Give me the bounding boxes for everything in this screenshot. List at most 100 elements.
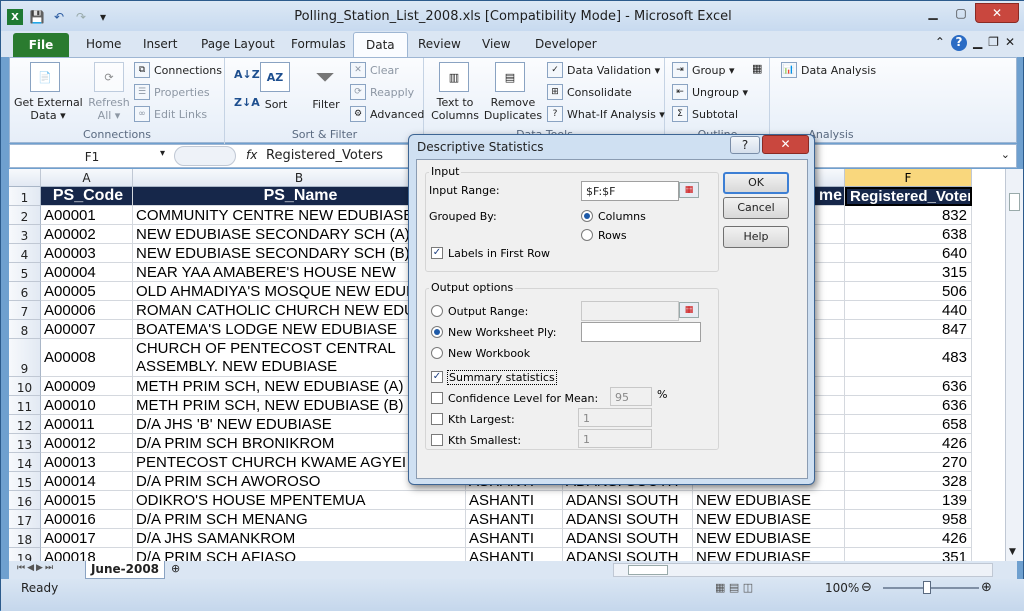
- row-header[interactable]: 12: [9, 415, 41, 434]
- cell-a10[interactable]: A00009: [41, 377, 133, 396]
- kth-smallest-checkbox[interactable]: [431, 434, 443, 446]
- row-header[interactable]: 16: [9, 491, 41, 510]
- confidence-level-checkbox[interactable]: [431, 392, 443, 404]
- cell-f4[interactable]: 640: [845, 244, 972, 263]
- output-range-collapse-icon[interactable]: ▦: [679, 302, 699, 318]
- output-range-radio[interactable]: [431, 305, 443, 317]
- zoom-out-icon[interactable]: ⊖: [861, 580, 872, 595]
- labels-first-row-checkbox[interactable]: ✓: [431, 247, 443, 259]
- insert-function-icon[interactable]: fx: [246, 148, 257, 162]
- scroll-down-icon[interactable]: ▼: [1009, 547, 1016, 557]
- filter-icon[interactable]: ⏷: [310, 62, 340, 92]
- row-header[interactable]: 13: [9, 434, 41, 453]
- new-workbook-radio[interactable]: [431, 347, 443, 359]
- tab-developer[interactable]: Developer: [535, 37, 597, 51]
- cell-a5[interactable]: A00004: [41, 263, 133, 282]
- summary-statistics-checkbox[interactable]: ✓: [431, 371, 443, 383]
- workbook-close-icon[interactable]: ✕: [1005, 35, 1015, 51]
- close-icon[interactable]: ✕: [975, 3, 1019, 23]
- cell-a4[interactable]: A00003: [41, 244, 133, 263]
- text-to-columns-icon[interactable]: ▥: [439, 62, 469, 92]
- cell-a17[interactable]: A00016: [41, 510, 133, 529]
- cell-a11[interactable]: A00010: [41, 396, 133, 415]
- row-header[interactable]: 11: [9, 396, 41, 415]
- cell-d18[interactable]: ADANSI SOUTH: [563, 529, 693, 548]
- cell-f5[interactable]: 315: [845, 263, 972, 282]
- view-buttons-icon[interactable]: ▦ ▤ ◫: [715, 581, 753, 594]
- cell-a15[interactable]: A00014: [41, 472, 133, 491]
- what-if-analysis-button[interactable]: ? What-If Analysis ▾: [547, 106, 665, 122]
- consolidate-button[interactable]: ⊞ Consolidate: [547, 84, 632, 100]
- input-range-field[interactable]: $F:$F: [581, 181, 679, 201]
- expand-formula-bar-icon[interactable]: ⌄: [1001, 148, 1010, 161]
- new-worksheet-label[interactable]: New Worksheet Ply:: [448, 326, 557, 339]
- row-header[interactable]: 18: [9, 529, 41, 548]
- name-box[interactable]: F1: [14, 148, 170, 166]
- tab-file[interactable]: File: [13, 33, 69, 57]
- cell-a18[interactable]: A00017: [41, 529, 133, 548]
- cell-e19[interactable]: NEW EDUBIASE: [693, 548, 845, 561]
- cell-f8[interactable]: 847: [845, 320, 972, 339]
- input-range-collapse-icon[interactable]: ▦: [679, 182, 699, 198]
- columns-radio-label[interactable]: Columns: [598, 210, 646, 223]
- help-button[interactable]: Help: [723, 226, 789, 248]
- cell-f13[interactable]: 426: [845, 434, 972, 453]
- sheet-tab-june-2008[interactable]: June-2008: [85, 561, 165, 579]
- cell-f12[interactable]: 658: [845, 415, 972, 434]
- row-header[interactable]: 4: [9, 244, 41, 263]
- tab-insert[interactable]: Insert: [143, 37, 177, 51]
- data-validation-button[interactable]: ✓ Data Validation ▾: [547, 62, 660, 78]
- workbook-minimize-icon[interactable]: ▁: [973, 35, 982, 51]
- cell-a1[interactable]: PS_Code: [41, 187, 133, 206]
- columns-radio[interactable]: [581, 210, 593, 222]
- cell-f15[interactable]: 328: [845, 472, 972, 491]
- cell-a16[interactable]: A00015: [41, 491, 133, 510]
- zoom-slider[interactable]: [883, 587, 979, 589]
- horizontal-scroll-thumb[interactable]: [628, 565, 668, 575]
- kth-smallest-label[interactable]: Kth Smallest:: [448, 434, 521, 447]
- sheet-nav-icon[interactable]: ⏮◀▶⏭: [17, 563, 55, 573]
- cell-c19[interactable]: ASHANTI: [466, 548, 563, 561]
- cell-d16[interactable]: ADANSI SOUTH: [563, 491, 693, 510]
- cell-e18[interactable]: NEW EDUBIASE: [693, 529, 845, 548]
- column-header-f[interactable]: F: [845, 169, 972, 187]
- cell-a7[interactable]: A00006: [41, 301, 133, 320]
- cell-a6[interactable]: A00005: [41, 282, 133, 301]
- cell-a13[interactable]: A00012: [41, 434, 133, 453]
- subtotal-button[interactable]: Σ Subtotal: [672, 106, 738, 122]
- row-header[interactable]: 10: [9, 377, 41, 396]
- workbook-restore-icon[interactable]: ❐: [988, 35, 999, 51]
- get-external-data-label[interactable]: Get External Data ▾: [14, 96, 83, 122]
- new-workbook-label[interactable]: New Workbook: [448, 347, 530, 360]
- cell-e16[interactable]: NEW EDUBIASE: [693, 491, 845, 510]
- name-box-dropdown-icon[interactable]: ▾: [160, 148, 165, 159]
- cell-c16[interactable]: ASHANTI: [466, 491, 563, 510]
- column-header-a[interactable]: A: [41, 169, 133, 187]
- ungroup-button[interactable]: ⇤ Ungroup ▾: [672, 84, 748, 100]
- cell-b16[interactable]: ODIKRO'S HOUSE MPENTEMUA: [133, 491, 466, 510]
- summary-statistics-label[interactable]: Summary statistics: [447, 370, 557, 385]
- output-range-label[interactable]: Output Range:: [448, 305, 528, 318]
- formula-content[interactable]: Registered_Voters: [266, 148, 383, 163]
- cell-c18[interactable]: ASHANTI: [466, 529, 563, 548]
- cell-a12[interactable]: A00011: [41, 415, 133, 434]
- select-all-corner[interactable]: [9, 169, 41, 187]
- cell-f1[interactable]: Registered_Voters: [845, 187, 972, 206]
- sort-icon[interactable]: AZ: [260, 62, 290, 92]
- confidence-level-label[interactable]: Confidence Level for Mean:: [448, 392, 598, 405]
- row-header[interactable]: 19: [9, 548, 41, 561]
- cell-f19[interactable]: 351: [845, 548, 972, 561]
- cell-b19[interactable]: D/A PRIM SCH AFIASO: [133, 548, 466, 561]
- sort-za-icon[interactable]: Z↓A: [234, 96, 260, 109]
- row-header[interactable]: 15: [9, 472, 41, 491]
- row-header[interactable]: 17: [9, 510, 41, 529]
- tab-formulas[interactable]: Formulas: [291, 37, 346, 51]
- cell-d17[interactable]: ADANSI SOUTH: [563, 510, 693, 529]
- cell-b17[interactable]: D/A PRIM SCH MENANG: [133, 510, 466, 529]
- text-to-columns-label[interactable]: Text to Columns: [429, 96, 481, 122]
- row-header[interactable]: 2: [9, 206, 41, 225]
- cell-b18[interactable]: D/A JHS SAMANKROM: [133, 529, 466, 548]
- help-icon[interactable]: ?: [950, 35, 967, 51]
- connections-button[interactable]: ⧉ Connections: [134, 62, 222, 78]
- maximize-icon[interactable]: ▢: [947, 3, 975, 23]
